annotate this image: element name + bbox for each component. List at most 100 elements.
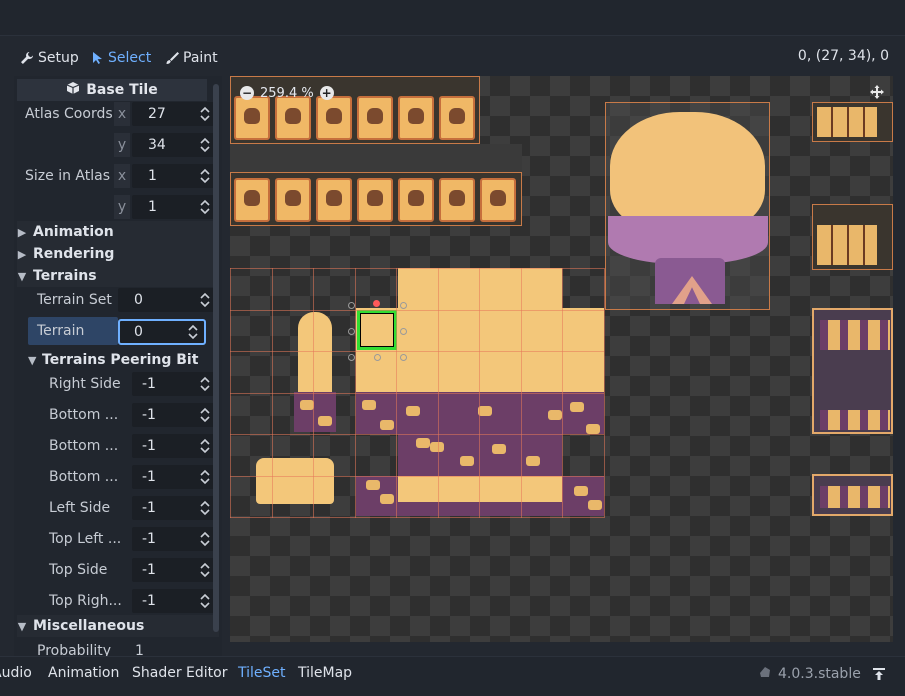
atlas-coords-y-field[interactable]: 34 [132, 133, 218, 157]
rendering-group[interactable]: ▶ Rendering [17, 243, 219, 265]
setup-button[interactable]: Setup [20, 47, 79, 69]
rock-tile-detail [362, 400, 376, 410]
tab-tilemap[interactable]: TileMap [298, 665, 352, 681]
tab-animation[interactable]: Animation [48, 665, 119, 681]
terrain-label: Terrain [37, 323, 85, 339]
peering-bit-field[interactable]: -1 [132, 403, 218, 427]
axis-y-label: y [114, 195, 130, 219]
rock-tile-detail [570, 402, 584, 412]
tile-grid-line [230, 434, 604, 435]
portrait-tile[interactable] [398, 178, 434, 222]
tab-shader-editor[interactable]: Shader Editor [132, 665, 227, 681]
peering-bit-field[interactable]: -1 [132, 465, 218, 489]
terrain-field[interactable]: 0 [118, 319, 206, 345]
peering-bit-field[interactable]: -1 [132, 527, 218, 551]
portrait-tile[interactable] [480, 178, 516, 222]
resize-handle[interactable] [400, 354, 407, 361]
spinner-arrows-icon[interactable] [200, 292, 210, 308]
chevron-down-icon: ▼ [17, 619, 27, 633]
resize-handle[interactable] [400, 328, 407, 335]
inspector-scrollbar[interactable] [213, 84, 219, 632]
rock-tile-detail [380, 420, 394, 430]
portrait-tile[interactable] [439, 96, 475, 140]
portrait-tile[interactable] [439, 178, 475, 222]
spinner-arrows-icon[interactable] [200, 438, 210, 454]
terrains-peering-bit-group[interactable]: ▼ Terrains Peering Bit [28, 349, 218, 371]
spinner-arrows-icon[interactable] [200, 106, 210, 122]
atlas-coords-label: Atlas Coords [25, 106, 113, 122]
size-in-atlas-y-field[interactable]: 1 [132, 195, 218, 219]
axis-y-label: y [114, 133, 130, 157]
peering-bit-field[interactable]: -1 [132, 589, 218, 613]
resize-handle[interactable] [374, 354, 381, 361]
move-icon[interactable] [869, 84, 885, 100]
peering-bit-row: Right Side -1 [14, 370, 218, 398]
size-in-atlas-x-field[interactable]: 1 [132, 164, 218, 188]
peering-bit-field[interactable]: -1 [132, 558, 218, 582]
spinner-arrows-icon[interactable] [200, 199, 210, 215]
zoom-level[interactable]: 259.4 % [260, 86, 314, 101]
tile-grid-line [230, 309, 604, 311]
tile-grid-line [230, 351, 604, 352]
rock-tile-detail [588, 500, 602, 510]
cube-icon [66, 81, 80, 99]
resize-handle[interactable] [400, 302, 407, 309]
rock-tile-detail [478, 406, 492, 416]
miscellaneous-group[interactable]: ▼ Miscellaneous [17, 615, 219, 637]
peering-bit-label: Right Side [49, 376, 121, 392]
peering-bit-field[interactable]: -1 [132, 372, 218, 396]
portrait-tile[interactable] [316, 96, 352, 140]
zoom-in-icon[interactable]: + [319, 86, 334, 100]
terrain-handle-dot[interactable] [373, 300, 380, 307]
spinner-arrows-icon[interactable] [200, 562, 210, 578]
spinner-arrows-icon[interactable] [200, 593, 210, 609]
selected-tile[interactable] [357, 310, 397, 350]
sand-strip-bottom [398, 476, 562, 502]
peering-bit-row: Left Side -1 [14, 494, 218, 522]
paint-button[interactable]: Paint [165, 47, 218, 69]
terrain-set-field[interactable]: 0 [118, 288, 218, 312]
portrait-tile[interactable] [316, 178, 352, 222]
animation-group[interactable]: ▶ Animation [17, 221, 219, 243]
spinner-arrows-icon[interactable] [200, 500, 210, 516]
select-button[interactable]: Select [92, 47, 151, 69]
portrait-tile[interactable] [398, 96, 434, 140]
resize-handle[interactable] [348, 302, 355, 309]
resize-handle[interactable] [348, 354, 355, 361]
chevron-down-icon: ▼ [17, 269, 27, 283]
size-in-atlas-y-row: y 1 [14, 193, 218, 221]
peering-bit-label: Top Side [49, 562, 108, 578]
top-strip [0, 0, 905, 36]
portrait-tile[interactable] [357, 178, 393, 222]
tab-tileset[interactable]: TileSet [238, 665, 286, 681]
fence-region-bottom [812, 474, 893, 516]
sand-small-block [256, 458, 334, 504]
tile-grid-line [230, 392, 604, 394]
spinner-arrows-icon[interactable] [200, 376, 210, 392]
probability-label: Probability [37, 643, 112, 656]
portrait-tile[interactable] [234, 96, 270, 140]
portrait-tile[interactable] [357, 96, 393, 140]
spinner-arrows-icon[interactable] [188, 324, 198, 340]
portrait-tile[interactable] [234, 178, 270, 222]
tab-audio[interactable]: Audio [0, 665, 32, 681]
spinner-arrows-icon[interactable] [200, 469, 210, 485]
peering-bit-field[interactable]: -1 [132, 496, 218, 520]
spinner-arrows-icon[interactable] [200, 531, 210, 547]
wrench-icon [20, 51, 34, 65]
zoom-out-icon[interactable]: − [240, 86, 254, 100]
atlas-viewport[interactable] [230, 76, 893, 642]
spinner-arrows-icon[interactable] [200, 137, 210, 153]
spinner-arrows-icon[interactable] [200, 407, 210, 423]
pin-panel-icon[interactable] [872, 667, 886, 681]
portrait-tile[interactable] [275, 178, 311, 222]
peering-bit-field[interactable]: -1 [132, 434, 218, 458]
peering-bit-label: Top Left ... [49, 531, 122, 547]
terrains-group[interactable]: ▼ Terrains [17, 265, 219, 287]
atlas-coords-x-field[interactable]: 27 [132, 102, 218, 126]
rock-tile-detail [548, 410, 562, 420]
probability-value[interactable]: 1 [135, 643, 144, 656]
portrait-tile[interactable] [275, 96, 311, 140]
spinner-arrows-icon[interactable] [200, 168, 210, 184]
resize-handle[interactable] [348, 328, 355, 335]
